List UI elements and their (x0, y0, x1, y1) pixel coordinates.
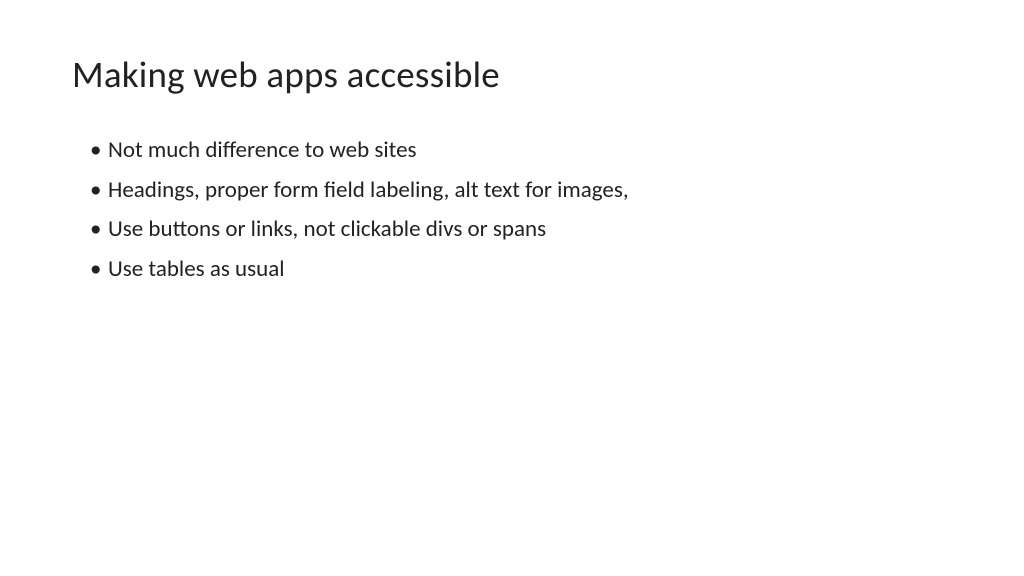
slide-title: Making web apps accessible (72, 52, 952, 97)
list-item: Use tables as usual (90, 252, 952, 288)
list-item: Use buttons or links, not clickable divs… (90, 212, 952, 248)
list-item: Headings, proper form field labeling, al… (90, 173, 952, 209)
list-item: Not much difference to web sites (90, 133, 952, 169)
bullet-list: Not much difference to web sites Heading… (72, 133, 952, 288)
slide-container: Making web apps accessible Not much diff… (0, 0, 1024, 576)
